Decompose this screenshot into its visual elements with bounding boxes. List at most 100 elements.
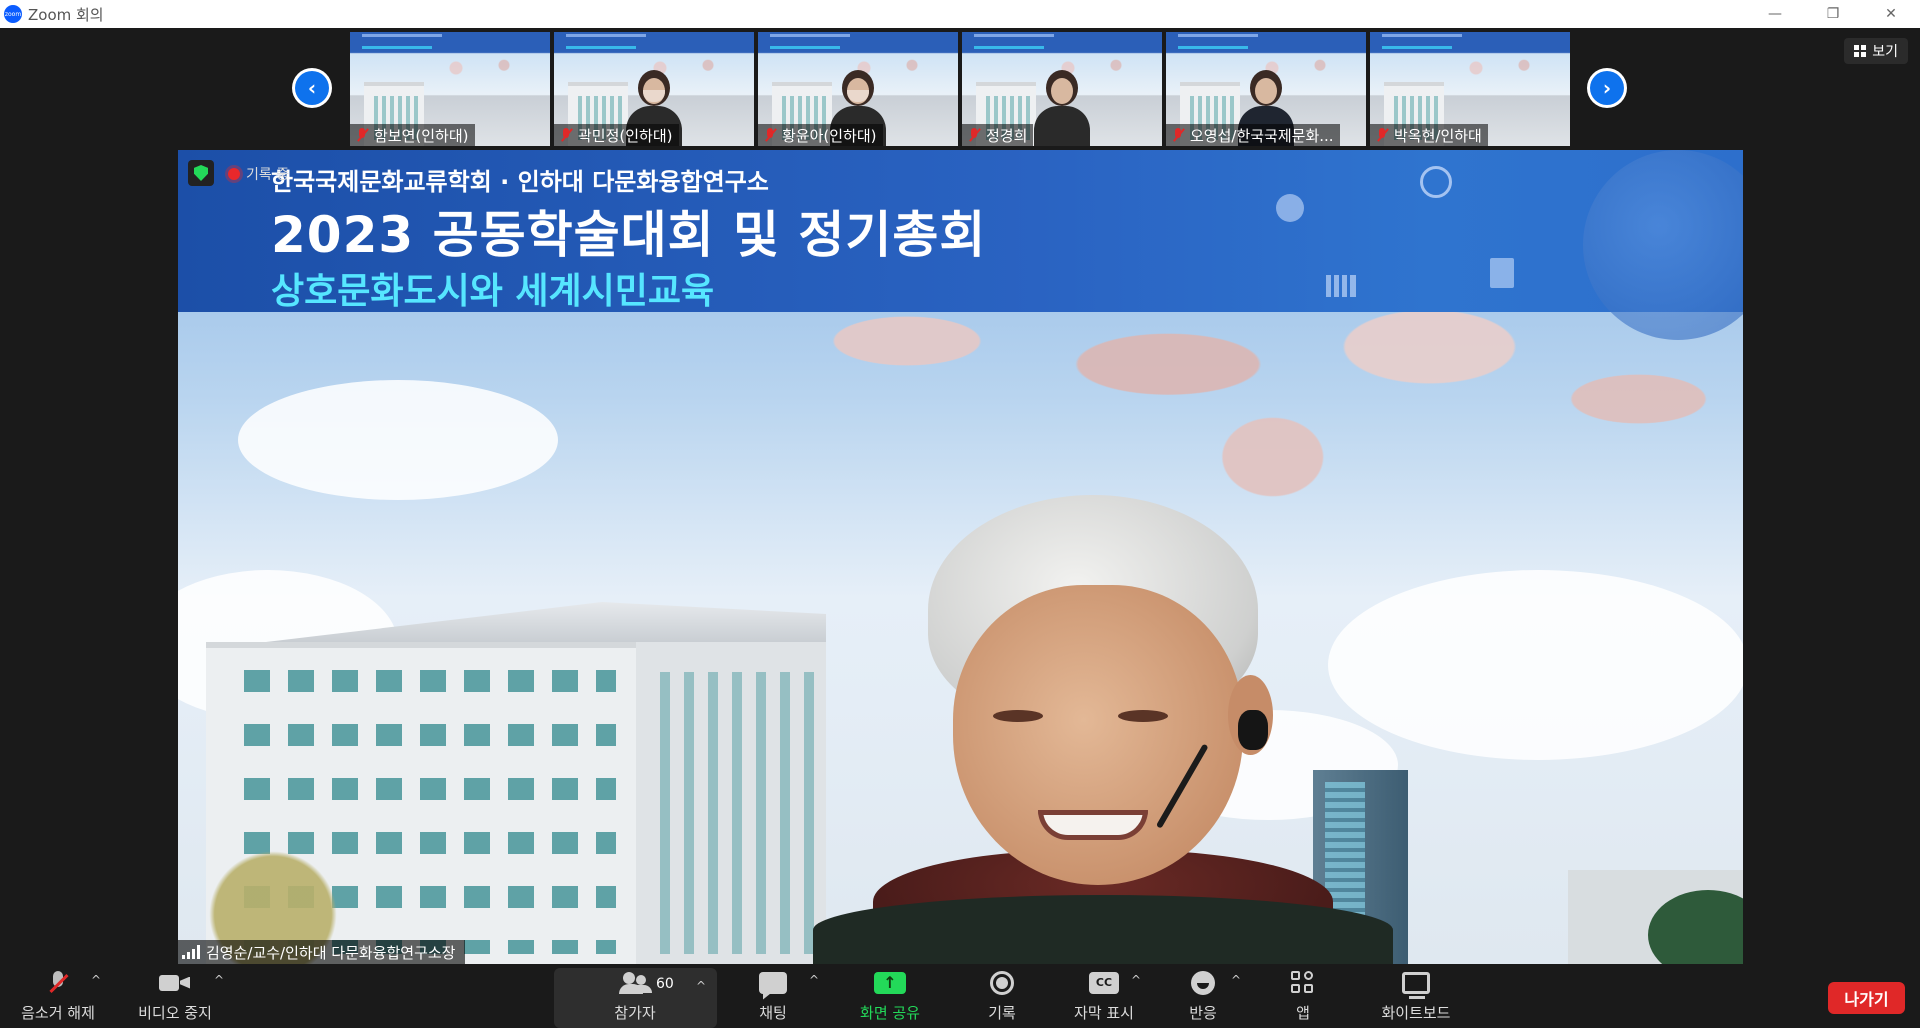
chat-button[interactable]: 채팅 — [752, 964, 794, 1028]
window-title: Zoom 회의 — [28, 5, 104, 24]
participant-name-tag: 박옥현/인하대 — [1370, 124, 1488, 146]
participant-tile[interactable]: 함보연(인하대) — [350, 32, 550, 146]
event-banner: 한국국제문화교류학회 · 인하대 다문화융합연구소 2023 공동학술대회 및 … — [178, 150, 1743, 340]
emoji-icon — [1191, 970, 1215, 995]
mic-muted-icon — [45, 970, 71, 996]
restore-button[interactable]: ❐ — [1804, 0, 1862, 28]
participant-name-tag: 함보연(인하대) — [350, 124, 475, 146]
banner-decoration — [770, 46, 840, 49]
close-button[interactable]: ✕ — [1862, 0, 1920, 28]
zoom-logo-icon: zoom — [4, 5, 22, 23]
gallery-next-button[interactable]: › — [1587, 68, 1627, 108]
closed-captions-icon: CC — [1089, 971, 1119, 994]
banner-decoration — [1382, 34, 1462, 37]
record-label: 기록 — [988, 1003, 1016, 1022]
chevron-left-icon: ‹ — [295, 71, 329, 105]
audio-options-caret[interactable]: ^ — [88, 972, 104, 988]
mic-muted-icon — [354, 127, 370, 143]
active-speaker-video[interactable]: 한국국제문화교류학회 · 인하대 다문화융합연구소 2023 공동학술대회 및 … — [178, 150, 1743, 964]
blossom-background — [1440, 54, 1560, 82]
participant-name: 함보연(인하대) — [374, 126, 469, 145]
participant-name-tag: 곽민정(인하대) — [554, 124, 679, 146]
participant-name: 정경희 — [986, 126, 1028, 145]
banner-decoration — [1178, 46, 1248, 49]
reactions-button[interactable]: 반응 — [1186, 964, 1220, 1028]
reactions-options-caret[interactable]: ^ — [1228, 972, 1244, 988]
mic-muted-icon — [1374, 127, 1390, 143]
participant-tile[interactable]: 박옥현/인하대 — [1370, 32, 1570, 146]
banner-decoration — [362, 46, 432, 49]
participant-tile[interactable]: 정경희 — [962, 32, 1162, 146]
banner-title: 2023 공동학술대회 및 정기총회 — [271, 206, 987, 264]
signal-strength-icon — [182, 945, 200, 959]
participant-thumbnails: 함보연(인하대) 곽민정(인하대) 황윤아(인하대) 정경희 오영섭/한국국제문… — [350, 32, 1570, 146]
speaker-person — [813, 495, 1393, 964]
chat-label: 채팅 — [759, 1003, 787, 1022]
share-screen-button[interactable]: ↑ 화면 공유 — [855, 964, 925, 1028]
cloud — [238, 380, 558, 500]
unmute-button[interactable]: 음소거 해제 — [18, 964, 98, 1028]
participant-tile[interactable]: 황윤아(인하대) — [758, 32, 958, 146]
document-icon — [1490, 258, 1514, 288]
mic-muted-icon — [1170, 127, 1186, 143]
stop-video-label: 비디오 중지 — [138, 1003, 212, 1022]
gallery-prev-button[interactable]: ‹ — [292, 68, 332, 108]
mic-muted-icon — [558, 127, 574, 143]
view-button-label: 보기 — [1872, 44, 1898, 60]
record-button[interactable]: 기록 — [984, 964, 1020, 1028]
participant-tile[interactable]: 오영섭/한국국제문화... — [1166, 32, 1366, 146]
chat-icon — [759, 971, 787, 994]
whiteboard-label: 화이트보드 — [1381, 1003, 1451, 1022]
whiteboard-icon — [1402, 971, 1430, 999]
speaker-name: 김영순/교수/인하대 다문화융합연구소장 — [206, 943, 456, 962]
mic-muted-icon — [966, 127, 982, 143]
participant-name: 박옥현/인하대 — [1394, 126, 1482, 145]
stop-video-button[interactable]: 비디오 중지 — [134, 964, 216, 1028]
blossom-background — [420, 54, 540, 82]
participant-tile[interactable]: 곽민정(인하대) — [554, 32, 754, 146]
participants-count: 60 — [656, 976, 674, 992]
banner-decoration — [974, 46, 1044, 49]
globe-icon — [1420, 166, 1452, 198]
participants-icon — [619, 971, 651, 994]
participants-button[interactable]: 참가자 — [600, 964, 670, 1028]
banner-decoration — [566, 34, 646, 37]
logo-text: zoom — [4, 10, 22, 18]
apps-label: 앱 — [1296, 1003, 1310, 1022]
minimize-button[interactable]: — — [1746, 0, 1804, 28]
participant-name: 곽민정(인하대) — [578, 126, 673, 145]
apps-button[interactable]: 앱 — [1290, 964, 1316, 1028]
banner-decoration — [362, 34, 442, 37]
banner-decoration — [1178, 34, 1258, 37]
leave-button[interactable]: 나가기 — [1828, 982, 1905, 1014]
meeting-toolbar: 음소거 해제 ^ 비디오 중지 ^ 참가자 60 ^ 채팅 ^ ↑ 화면 공유 … — [0, 964, 1920, 1028]
globe-graphic — [1583, 150, 1743, 340]
participants-label: 참가자 — [614, 1003, 656, 1022]
recording-indicator[interactable]: 기록 중 — [228, 164, 289, 184]
participant-name-tag: 황윤아(인하대) — [758, 124, 883, 146]
participant-name-tag: 오영섭/한국국제문화... — [1166, 124, 1340, 146]
recording-label: 기록 중 — [246, 167, 290, 183]
view-button[interactable]: 보기 — [1844, 38, 1908, 64]
bar-chart-icon — [1326, 275, 1356, 297]
participants-options-caret[interactable]: ^ — [693, 978, 709, 994]
window-title-bar: zoom Zoom 회의 — ❐ ✕ — [0, 0, 1920, 28]
video-camera-icon — [159, 973, 191, 993]
encryption-shield-icon[interactable] — [188, 160, 214, 186]
participant-name: 오영섭/한국국제문화... — [1190, 126, 1334, 145]
chevron-right-icon: › — [1590, 71, 1624, 105]
participant-video — [1034, 70, 1090, 146]
video-options-caret[interactable]: ^ — [211, 972, 227, 988]
participant-name: 황윤아(인하대) — [782, 126, 877, 145]
captions-options-caret[interactable]: ^ — [1128, 972, 1144, 988]
grid-icon — [1854, 45, 1867, 57]
whiteboard-button[interactable]: 화이트보드 — [1376, 964, 1456, 1028]
apps-icon — [1291, 970, 1315, 995]
window-controls: — ❐ ✕ — [1746, 0, 1920, 28]
chat-options-caret[interactable]: ^ — [806, 972, 822, 988]
unmute-label: 음소거 해제 — [21, 1003, 95, 1022]
person-icon — [1276, 194, 1304, 222]
gallery-strip: ‹ 함보연(인하대) 곽민정(인하대) 황윤아(인하대) 정경희 오영섭/한국국… — [0, 32, 1920, 146]
captions-label: 자막 표시 — [1074, 1003, 1134, 1022]
recording-dot-icon — [228, 168, 240, 180]
